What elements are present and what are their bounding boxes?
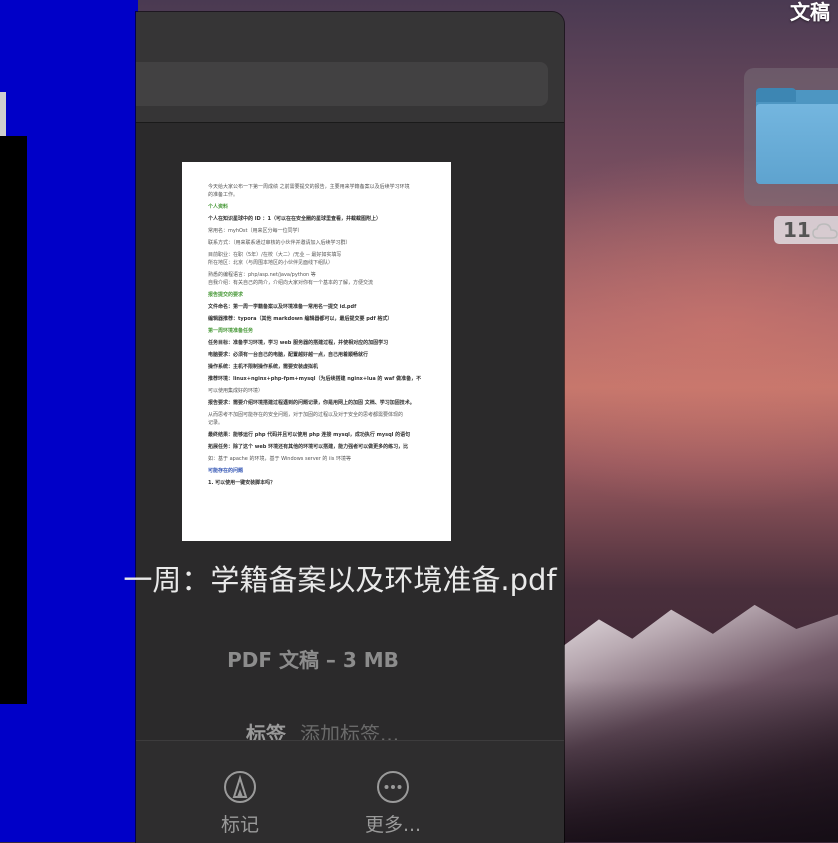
panel-divider: [136, 122, 564, 123]
folder-icon[interactable]: [756, 104, 838, 184]
desktop-folder-label[interactable]: 文稿: [790, 0, 830, 25]
pdf-text-line: 记录。: [208, 420, 224, 426]
search-field[interactable]: [136, 62, 548, 106]
pdf-text-line: 文件命名：第一周一学籍备案以及环境准备一常用名一提交 id.pdf: [208, 304, 357, 310]
folder-item-count: 11: [783, 218, 811, 242]
pdf-text-line: 报告要求：需要介绍环境搭建过程遇到的问题记录，你是用网上的加固 文档、学习加固技…: [208, 400, 415, 406]
pdf-text-line: 目前职业：在职（5年）/在校（大二）/无业 -- 最好如实填写: [208, 252, 342, 258]
pdf-text-line: 今天给大家公布一下第一周成绩 之前需要提交的报告，主要用来学籍备案以及后续学习环…: [208, 184, 410, 190]
pdf-text-line: 所在地区：北京（与周围本地区的小伙伴见面线下组队）: [208, 260, 334, 266]
file-kind-size: PDF 文稿 – 3 MB: [227, 648, 399, 672]
pdf-text-line: 熟悉的编程语言：php/asp.net/java/python 等: [208, 272, 316, 278]
pdf-text-line: 可以使用集成好的环境）: [208, 388, 264, 394]
markup-icon: [224, 771, 256, 803]
markup-button[interactable]: 标记: [200, 770, 280, 837]
pdf-text-line: 最终结果：能够运行 php 代码并且可以使用 php 连接 mysql，成功执行…: [208, 432, 411, 438]
pdf-text-line: 个人资料: [208, 204, 229, 210]
file-name[interactable]: 一周：学籍备案以及环境准备.pdf: [120, 562, 560, 598]
pdf-text-line: 电脑要求：必须有一台自己的电脑，配置越好越一点，自己用着顺畅就行: [208, 352, 369, 358]
pdf-text-line: 联系方式：（用来联系通过审核的小伙伴并邀请加入后续学习群）: [208, 240, 351, 246]
pdf-text-line: 1. 可以使用一键安装脚本吗？: [208, 480, 276, 486]
pdf-text-line: 拓展任务：除了这个 web 环境还有其他的环境可以搭建，能力强者可以做更多的练习…: [208, 444, 409, 450]
folder-icon-tab: [756, 88, 796, 102]
pdf-text-line: 可能存在的问题: [208, 468, 244, 474]
pdf-text-line: 常用名：myhOst（用来区分每一位同学）: [208, 228, 303, 234]
pdf-text-line: 报告提交的要求: [208, 292, 244, 298]
pdf-text-line: 自我介绍：有关自己的简介，介绍向大家对你有一个基本的了解，方便交流: [208, 280, 374, 286]
pdf-text-line: 个人在知识星球中的 ID ：1（可以在在安全圈的星球里查看，并截截图附上）: [208, 216, 381, 222]
mountain-shadow: [560, 680, 838, 842]
pdf-text-line: 的准备工作。: [208, 192, 239, 198]
window-frame: [0, 136, 27, 704]
markup-label: 标记: [220, 814, 259, 836]
pdf-text-line: 如：基于 apache 的环境，基于 Windows server 的 iis …: [208, 456, 351, 462]
pdf-thumbnail[interactable]: 今天给大家公布一下第一周成绩 之前需要提交的报告，主要用来学籍备案以及后续学习环…: [182, 162, 451, 541]
more-label: 更多...: [364, 814, 422, 836]
more-icon: [377, 771, 409, 803]
pdf-text-line: 任务目标：准备学习环境，学习 web 服务器的搭建过程，并使相对应的加固学习: [208, 340, 389, 346]
pdf-text-line: 编辑器推荐：typora（其他 markdown 编辑器都可以，最后提交要 pd…: [208, 316, 393, 322]
more-button[interactable]: 更多...: [353, 770, 433, 837]
pdf-text-line: 第一周环境准备任务: [208, 328, 254, 334]
pdf-text-line: 操作系统：主机不限制操作系统，需要安装虚拟机: [208, 364, 319, 370]
pdf-text-line: 从而思考不加固可能存在的安全问题，对于加固的过程以及对于安全的思考都需要体现的: [208, 412, 404, 418]
pdf-text-line: 推荐环境：linux+nginx+php-fpm+mysql（为后续搭建 ngi…: [208, 376, 422, 382]
cloud-icon: [812, 223, 838, 239]
